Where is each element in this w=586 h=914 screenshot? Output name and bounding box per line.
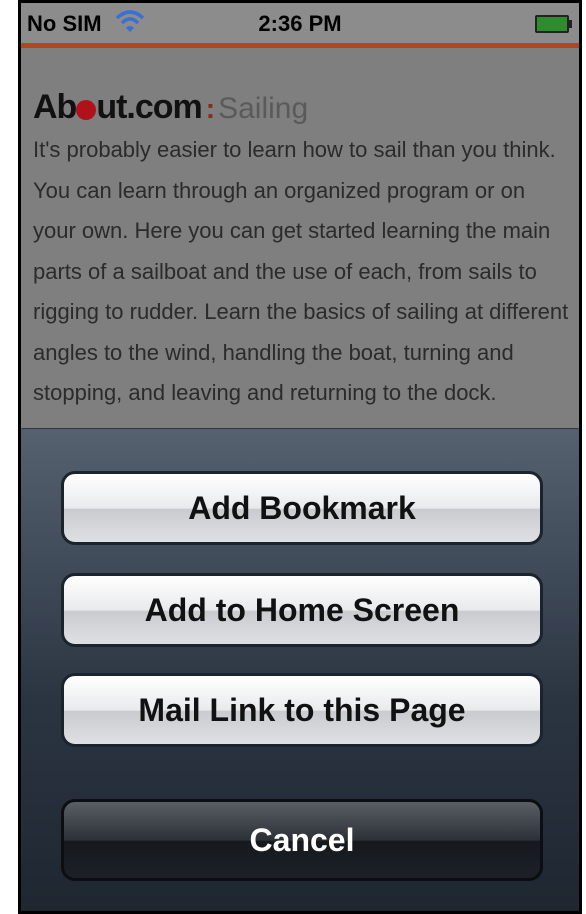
mail-link-button[interactable]: Mail Link to this Page	[61, 673, 543, 747]
article-text: It's probably easier to learn how to sai…	[33, 137, 569, 405]
phone-screen: No SIM 2:36 PM Ab ut.com: Sailing It's pro…	[18, 0, 582, 914]
cancel-button[interactable]: Cancel	[61, 799, 543, 881]
battery-icon	[535, 15, 572, 33]
logo-dot-icon	[76, 100, 97, 120]
section-title: Sailing	[218, 92, 309, 125]
action-sheet: Add Bookmark Add to Home Screen Mail Lin…	[21, 428, 579, 911]
logo-text-suffix: ut.com	[96, 88, 202, 126]
add-bookmark-button[interactable]: Add Bookmark	[61, 471, 543, 545]
status-bar: No SIM 2:36 PM	[21, 3, 579, 43]
add-to-home-screen-button[interactable]: Add to Home Screen	[61, 573, 543, 647]
site-logo[interactable]: Ab ut.com: Sailing	[33, 88, 308, 127]
clock: 2:36 PM	[258, 11, 342, 36]
logo-colon: :	[205, 93, 215, 124]
logo-text-prefix: Ab	[33, 88, 77, 126]
